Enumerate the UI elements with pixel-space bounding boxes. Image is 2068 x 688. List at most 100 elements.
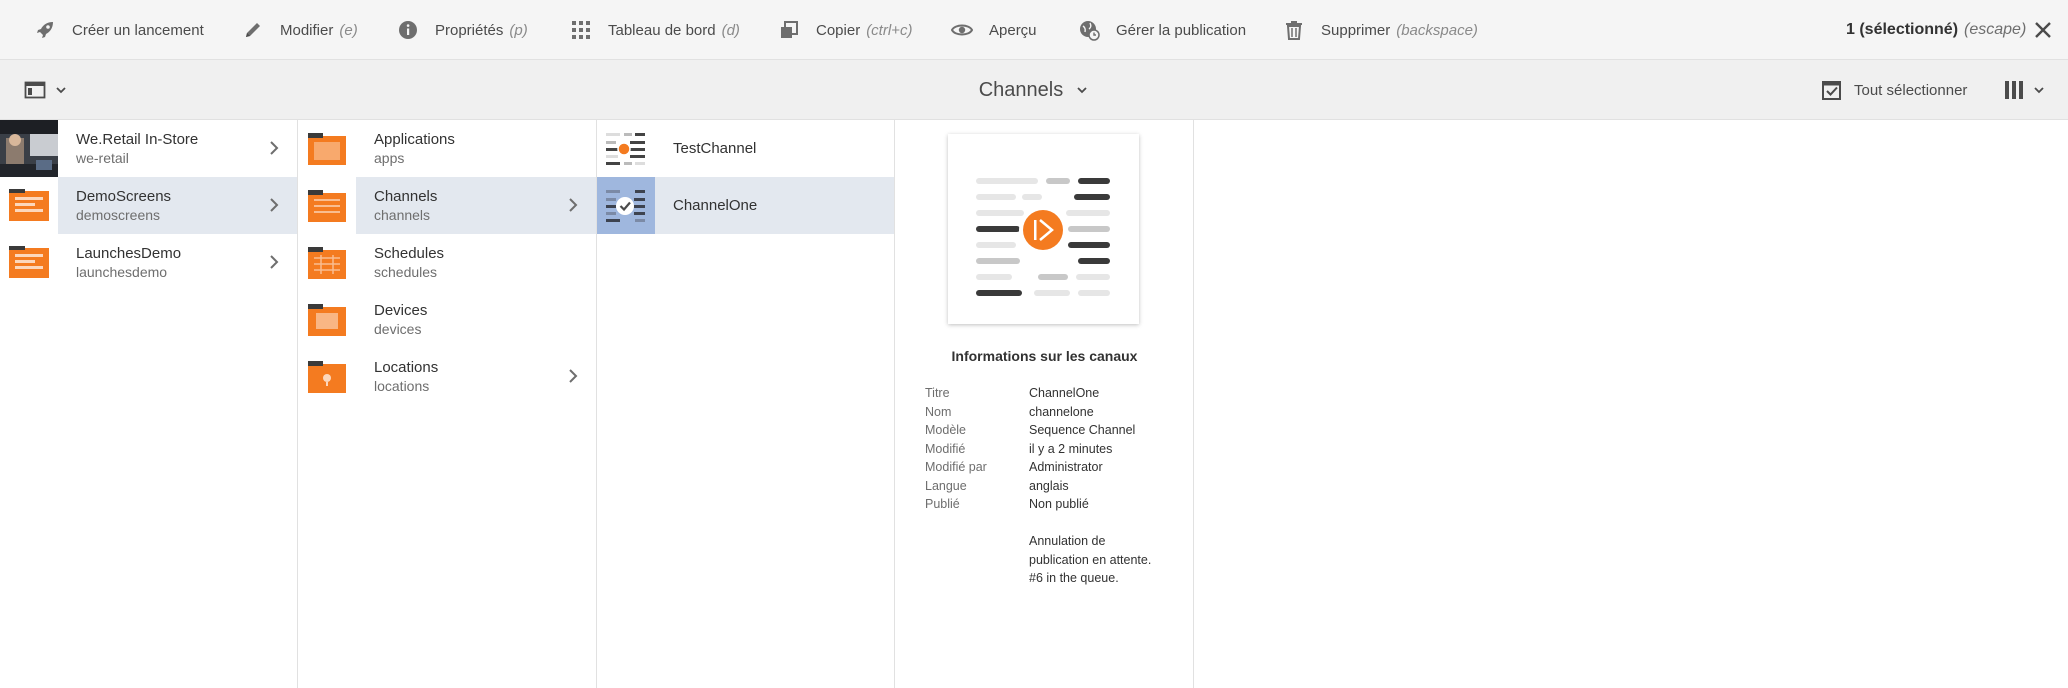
globe-clock-icon bbox=[1078, 19, 1100, 41]
action-bar: Créer un lancement Modifier (e) Propriét… bbox=[0, 0, 2068, 60]
selection-count: 1 (sélectionné) bbox=[1846, 21, 1959, 38]
channel-properties: Titre ChannelOne Nom channelone Modèle Sequ… bbox=[925, 384, 1179, 588]
close-selection-icon[interactable] bbox=[2032, 19, 2054, 41]
list-item-title: Devices bbox=[374, 301, 428, 319]
note-line: #6 in the queue. bbox=[1029, 571, 1119, 585]
list-item-title: Channels bbox=[374, 187, 438, 205]
screens-project-thumbnail bbox=[0, 234, 58, 291]
select-all-label: Tout sélectionner bbox=[1854, 81, 1968, 99]
property-label: Nom bbox=[925, 404, 952, 419]
selection-status: 1 (sélectionné) (escape) bbox=[1846, 0, 2026, 60]
dashboard-shortcut: (d) bbox=[721, 21, 740, 39]
list-item-title: Applications bbox=[374, 130, 455, 148]
note-line: Annulation de bbox=[1029, 534, 1106, 548]
list-item-subtitle: devices bbox=[374, 320, 422, 337]
channel-thumbnail-selected bbox=[597, 177, 655, 234]
copy-shortcut: (ctrl+c) bbox=[866, 21, 913, 39]
property-value: Non publié bbox=[1029, 497, 1089, 511]
screens-project-thumbnail bbox=[0, 177, 58, 234]
info-icon bbox=[397, 19, 419, 41]
chevron-right-icon[interactable] bbox=[566, 368, 580, 384]
properties-shortcut: (p) bbox=[509, 21, 528, 39]
list-item-title: Locations bbox=[374, 358, 439, 376]
chevron-right-icon[interactable] bbox=[267, 254, 281, 270]
view-switcher-button[interactable] bbox=[2004, 79, 2046, 101]
list-item-title: LaunchesDemo bbox=[76, 244, 182, 262]
copy-button[interactable]: Copier (ctrl+c) bbox=[778, 0, 912, 60]
property-label: Langue bbox=[925, 478, 967, 493]
property-value: channelone bbox=[1029, 404, 1094, 419]
list-item-subtitle: launchesdemo bbox=[76, 263, 168, 280]
property-label: Modifié bbox=[925, 441, 966, 456]
preview-button[interactable]: Aperçu bbox=[951, 0, 1037, 60]
publication-status-note: Annulation de publication en attente. #6… bbox=[1029, 532, 1179, 588]
list-item-subtitle: we-retail bbox=[76, 149, 129, 166]
site-thumbnail bbox=[0, 120, 58, 177]
chevron-down-icon bbox=[1077, 87, 1087, 94]
property-label: Modifié par bbox=[925, 460, 987, 474]
manage-publication-button[interactable]: Gérer la publication bbox=[1078, 0, 1246, 60]
list-item[interactable]: Locations locations bbox=[298, 348, 596, 405]
pencil-icon bbox=[242, 19, 264, 41]
list-item-subtitle: locations bbox=[374, 377, 430, 394]
trash-icon bbox=[1283, 19, 1305, 41]
chevron-down-icon bbox=[2034, 87, 2044, 94]
list-item[interactable]: Schedules schedules bbox=[298, 234, 596, 291]
create-launch-button[interactable]: Créer un lancement bbox=[34, 0, 204, 60]
rail-panel-icon bbox=[24, 81, 46, 99]
list-item[interactable]: Channels channels bbox=[298, 177, 596, 234]
sub-header: Channels Tout sélectionner bbox=[0, 60, 2068, 120]
delete-button[interactable]: Supprimer (backspace) bbox=[1283, 0, 1478, 60]
grid-icon bbox=[570, 19, 592, 41]
chevron-right-icon[interactable] bbox=[267, 197, 281, 213]
list-item[interactable]: TestChannel bbox=[597, 120, 894, 177]
column-view-icon bbox=[2005, 81, 2023, 99]
list-item-subtitle: channels bbox=[374, 206, 431, 223]
edit-shortcut: (e) bbox=[339, 21, 358, 39]
preview-panel: Informations sur les canaux Titre Channel… bbox=[895, 120, 1194, 688]
eye-icon bbox=[951, 19, 973, 41]
chevron-right-icon[interactable] bbox=[566, 197, 580, 213]
list-item-title: Schedules bbox=[374, 244, 445, 262]
channel-preview-thumbnail bbox=[948, 134, 1139, 324]
selection-shortcut: (escape) bbox=[1964, 21, 2027, 38]
channel-thumbnail bbox=[597, 120, 655, 177]
preview-heading: Informations sur les canaux bbox=[951, 348, 1138, 364]
list-item[interactable]: We.Retail In-Store we-retail bbox=[0, 120, 297, 177]
list-item[interactable]: Applications apps bbox=[298, 120, 596, 177]
column-view: We.Retail In-Store we-retail DemoScreens… bbox=[0, 120, 2068, 688]
checkbox-select-icon bbox=[1822, 81, 1841, 100]
list-item-subtitle: demoscreens bbox=[76, 206, 161, 223]
property-value: Sequence Channel bbox=[1029, 423, 1136, 437]
rail-toggle-button[interactable] bbox=[24, 79, 68, 101]
note-line: publication en attente. bbox=[1029, 552, 1152, 567]
select-all-button[interactable]: Tout sélectionner bbox=[1822, 60, 1967, 120]
dashboard-button[interactable]: Tableau de bord (d) bbox=[570, 0, 740, 60]
list-item-subtitle: schedules bbox=[374, 263, 438, 280]
column-project-folders: Applications apps Channels channels Sche… bbox=[298, 120, 597, 688]
list-item-title: TestChannel bbox=[673, 139, 757, 157]
edit-button[interactable]: Modifier (e) bbox=[242, 0, 358, 60]
page-title-wrapper: Channels bbox=[0, 60, 2068, 120]
delete-label: Supprimer bbox=[1321, 21, 1391, 39]
manage-publication-label: Gérer la publication bbox=[1116, 21, 1247, 39]
list-item[interactable]: Devices devices bbox=[298, 291, 596, 348]
copy-label: Copier bbox=[816, 21, 861, 39]
chevron-down-icon bbox=[56, 87, 66, 94]
dashboard-label: Tableau de bord bbox=[608, 21, 716, 39]
list-item[interactable]: ChannelOne bbox=[597, 177, 894, 234]
list-item-title: DemoScreens bbox=[76, 187, 172, 205]
list-item[interactable]: LaunchesDemo launchesdemo bbox=[0, 234, 297, 291]
preview-label: Aperçu bbox=[989, 21, 1037, 39]
property-value: ChannelOne bbox=[1029, 386, 1100, 400]
list-item[interactable]: DemoScreens demoscreens bbox=[0, 177, 297, 234]
property-value: Administrator bbox=[1029, 460, 1103, 474]
list-item-title: ChannelOne bbox=[673, 196, 758, 214]
folder-icon bbox=[298, 120, 356, 177]
edit-label: Modifier bbox=[280, 21, 334, 39]
chevron-right-icon[interactable] bbox=[267, 140, 281, 156]
folder-icon bbox=[298, 348, 356, 405]
properties-button[interactable]: Propriétés (p) bbox=[397, 0, 528, 60]
page-title[interactable]: Channels bbox=[979, 79, 1090, 102]
list-item-title: We.Retail In-Store bbox=[76, 130, 199, 148]
